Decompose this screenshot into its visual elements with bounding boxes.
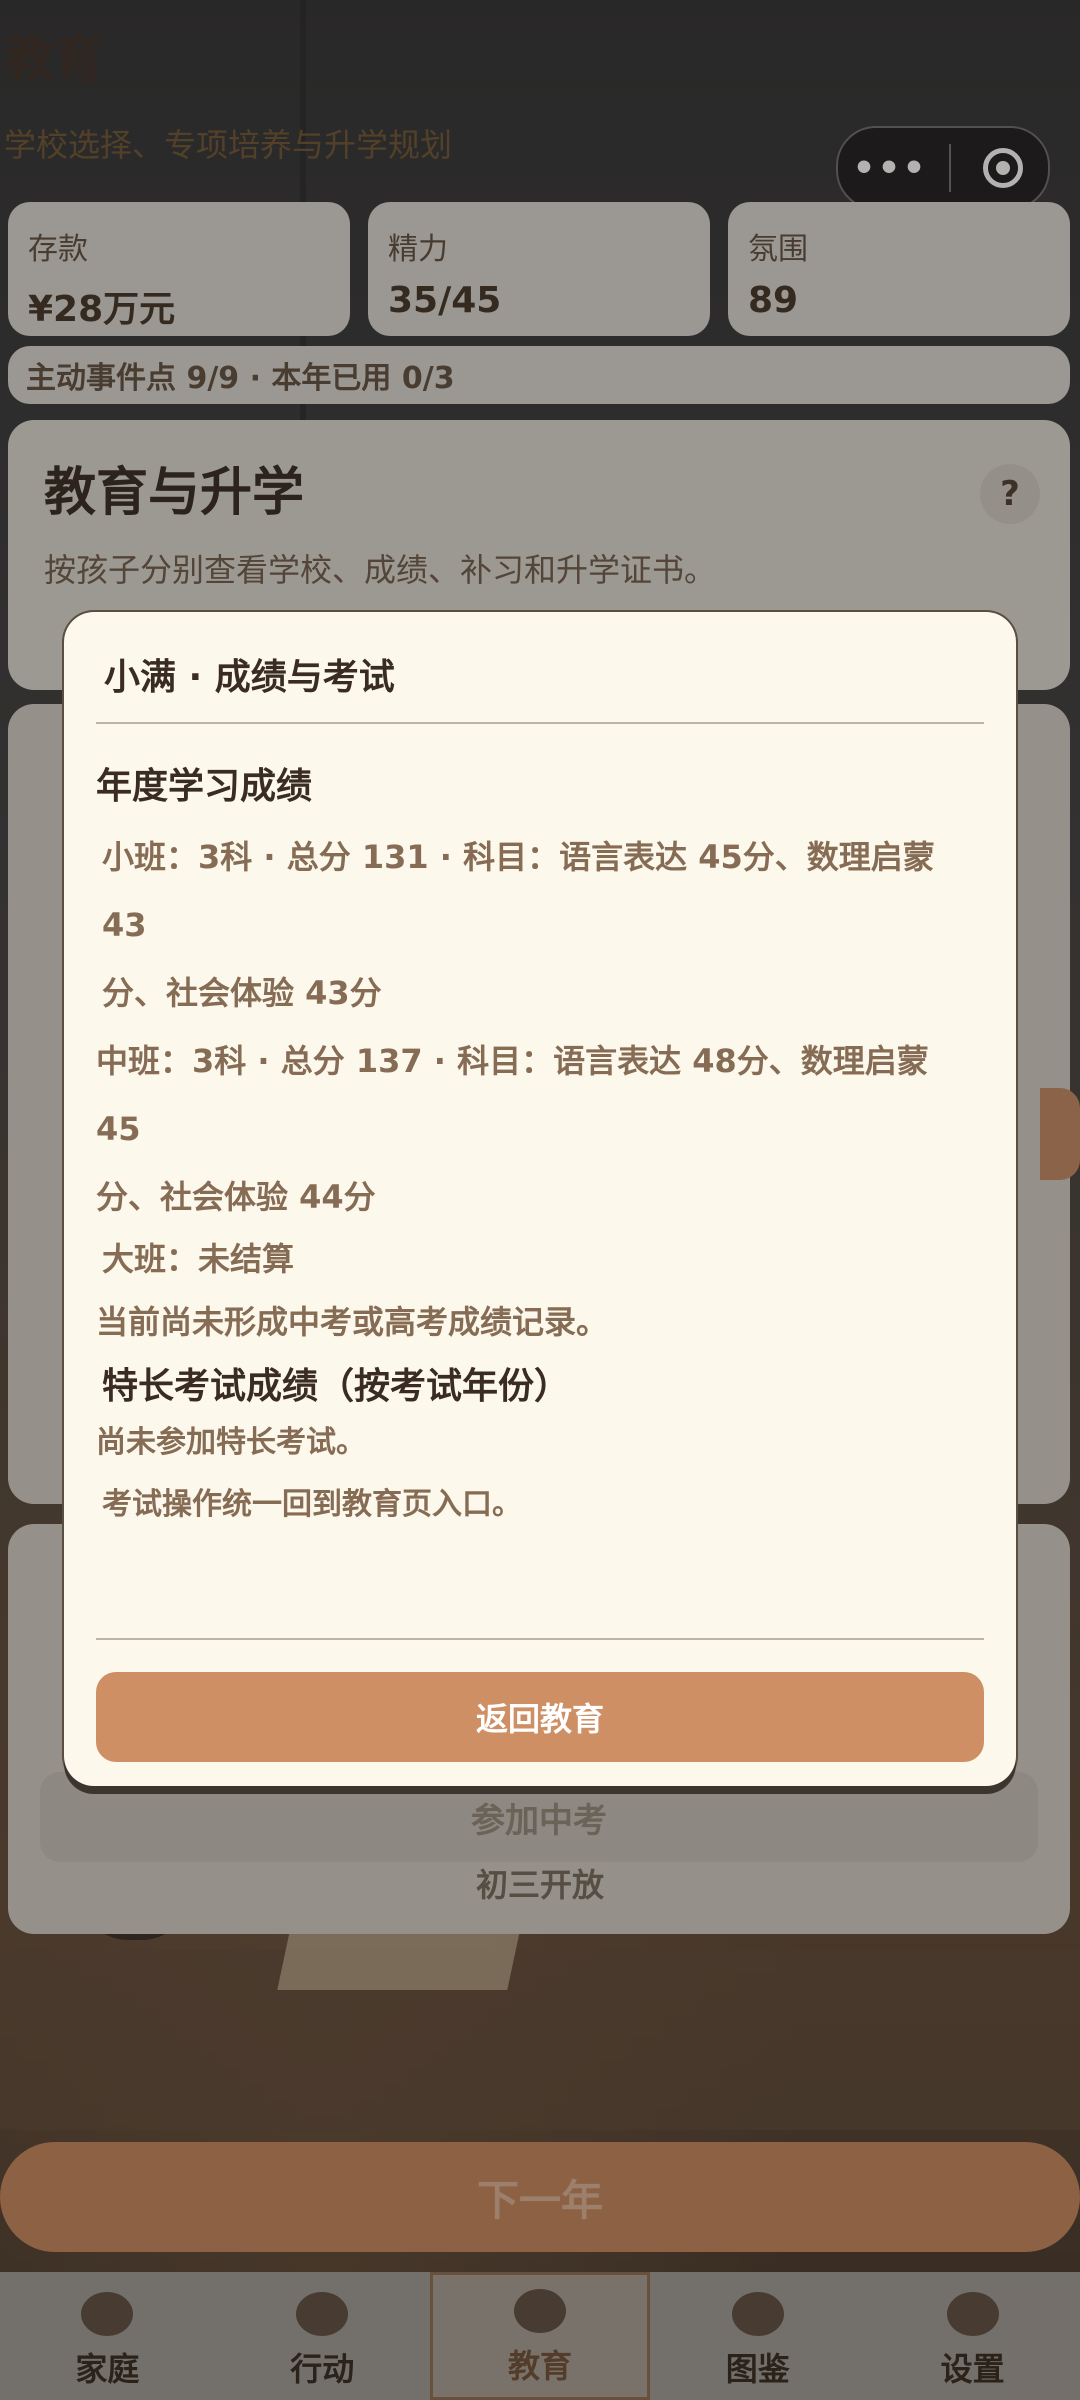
no-exam-record-text: 当前尚未形成中考或高考成绩记录。 <box>96 1303 609 1341</box>
modal-title: 小满 · 成绩与考试 <box>104 657 395 698</box>
grade-line: 中班：3科 · 总分 137 · 科目：语言表达 48分、数理启蒙 45 <box>96 1042 929 1148</box>
grade-line: 大班：未结算 <box>102 1240 295 1278</box>
talent-exam-none: 尚未参加特长考试。 <box>96 1425 366 1460</box>
grade-line: 小班：3科 · 总分 131 · 科目：语言表达 45分、数理启蒙 43 <box>102 838 935 944</box>
modal-divider-bottom <box>96 1638 984 1640</box>
modal-divider-top <box>96 722 984 724</box>
grade-line: 分、社会体验 43分 <box>102 974 382 1012</box>
grades-exams-modal: 小满 · 成绩与考试 年度学习成绩 小班：3科 · 总分 131 · 科目：语言… <box>64 612 1016 1786</box>
annual-grades-heading: 年度学习成绩 <box>96 766 313 807</box>
exam-entry-note: 考试操作统一回到教育页入口。 <box>102 1487 522 1522</box>
modal-body: 年度学习成绩 小班：3科 · 总分 131 · 科目：语言表达 45分、数理启蒙… <box>96 757 976 1525</box>
talent-exam-heading: 特长考试成绩（按考试年份） <box>102 1366 571 1407</box>
return-education-button[interactable]: 返回教育 <box>96 1672 984 1762</box>
grade-line: 分、社会体验 44分 <box>96 1178 376 1216</box>
